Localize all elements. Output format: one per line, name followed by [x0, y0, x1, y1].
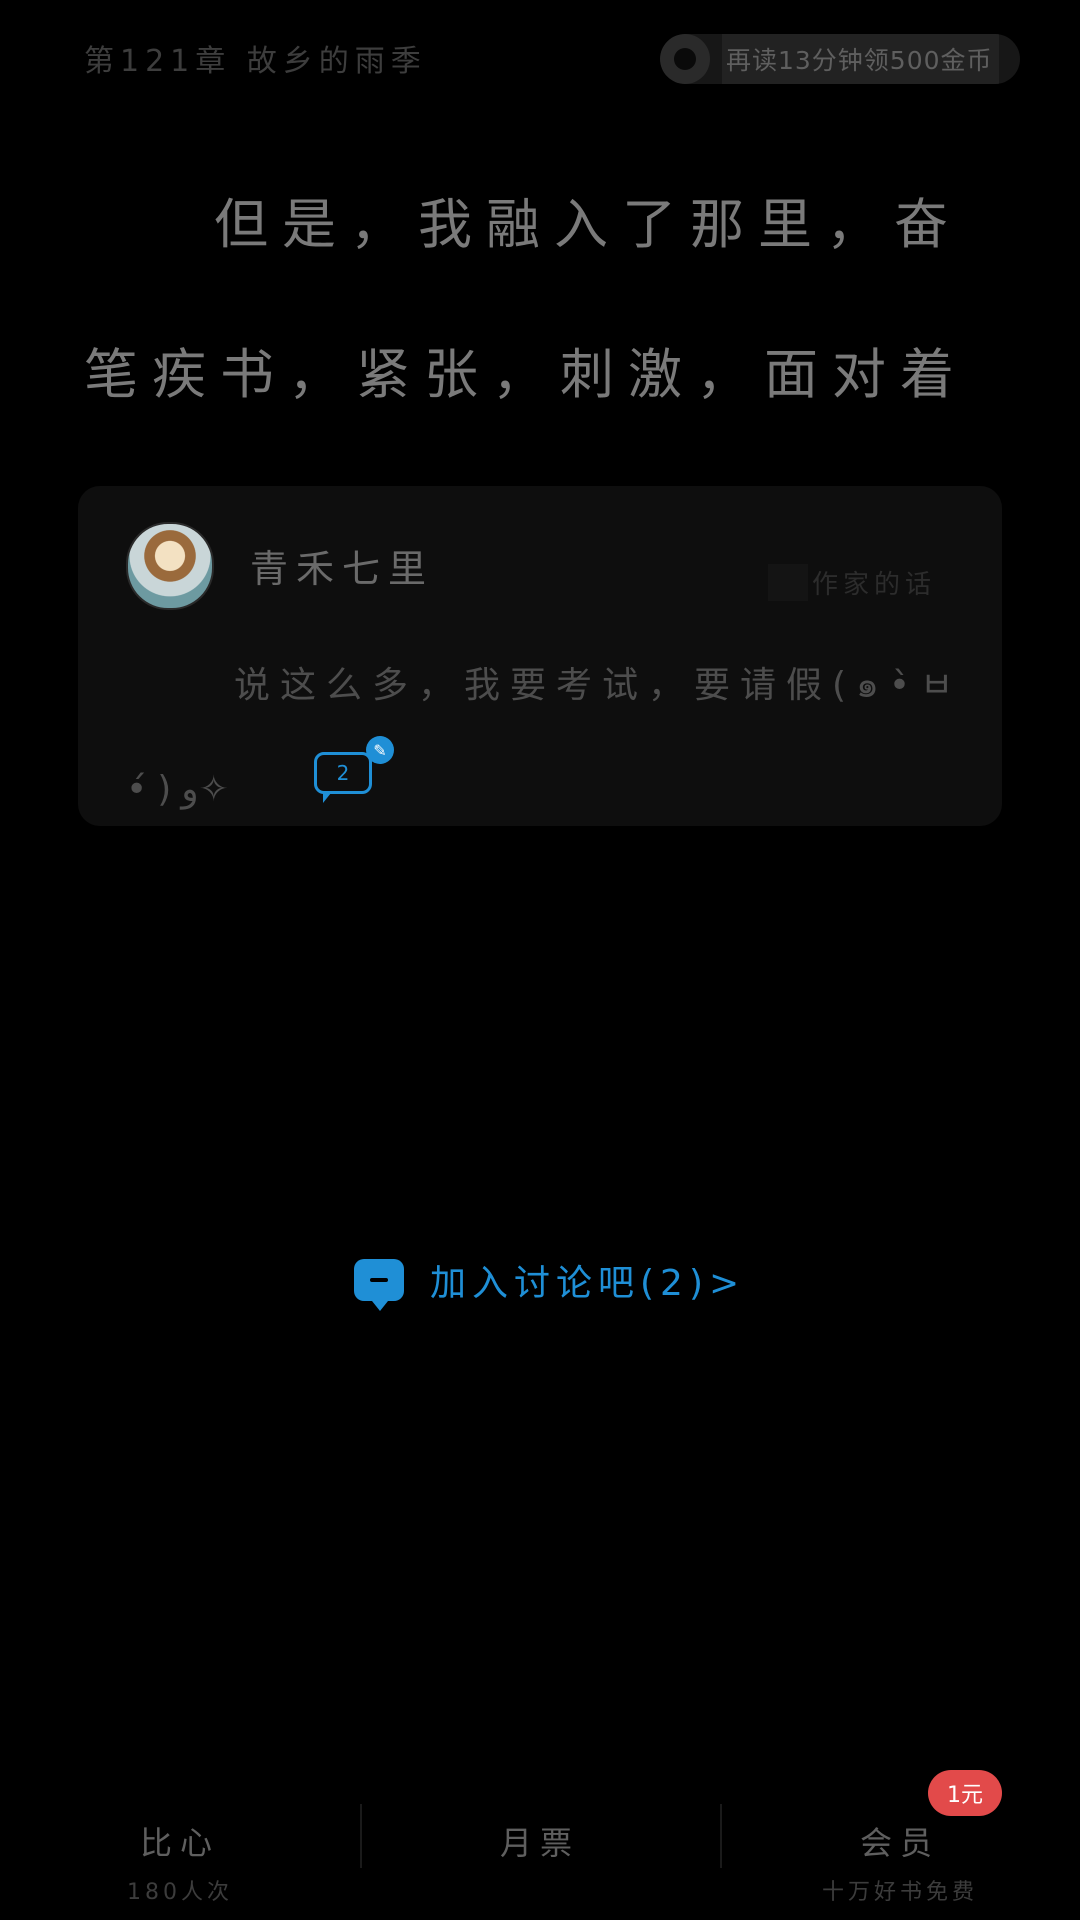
author-name[interactable]: 青禾七里 — [250, 538, 434, 593]
bottom-item-label: 会员 — [859, 1824, 940, 1862]
bottom-item-heart[interactable]: 比心 180人次 — [0, 1770, 360, 1905]
reading-reward-pill[interactable]: 再读13分钟领500金币 — [660, 34, 1020, 84]
join-discussion-label: 加入讨论吧(2)> — [430, 1263, 746, 1304]
bottom-item-sub: 180人次 — [127, 1880, 233, 1905]
edit-pencil-icon: ✎ — [366, 736, 394, 764]
bottom-item-label: 月票 — [499, 1824, 580, 1862]
author-note-text: 说这么多，我要考试，要请假(๑•̀ㅂ•́)و✧ — [126, 665, 964, 810]
chat-icon — [354, 1259, 404, 1311]
comment-count: 2 — [336, 761, 350, 785]
bottom-item-monthly-ticket[interactable]: 月票 — [360, 1770, 720, 1900]
bottom-item-label: 比心 — [139, 1824, 220, 1862]
bottom-action-bar: 比心 180人次 月票 会员 十万好书免费 — [0, 1770, 1080, 1905]
bottom-item-membership[interactable]: 会员 十万好书免费 — [720, 1770, 1080, 1905]
author-note-tag: 作家的话 — [768, 564, 937, 601]
bottom-item-sub: 十万好书免费 — [821, 1880, 978, 1905]
chapter-title: 第121章 故乡的雨季 — [84, 44, 427, 79]
promo-badge: 1元 — [928, 1770, 1002, 1816]
reward-text: 再读13分钟领500金币 — [722, 34, 999, 84]
coin-icon — [660, 34, 710, 84]
author-note-card[interactable]: 青禾七里 作家的话 说这么多，我要考试，要请假(๑•̀ㅂ•́)و✧ 2 ✎ — [78, 486, 1002, 826]
comment-count-button[interactable]: 2 — [314, 752, 372, 803]
join-discussion-link[interactable]: 加入讨论吧(2)> — [354, 1254, 746, 1311]
avatar[interactable] — [126, 522, 214, 610]
